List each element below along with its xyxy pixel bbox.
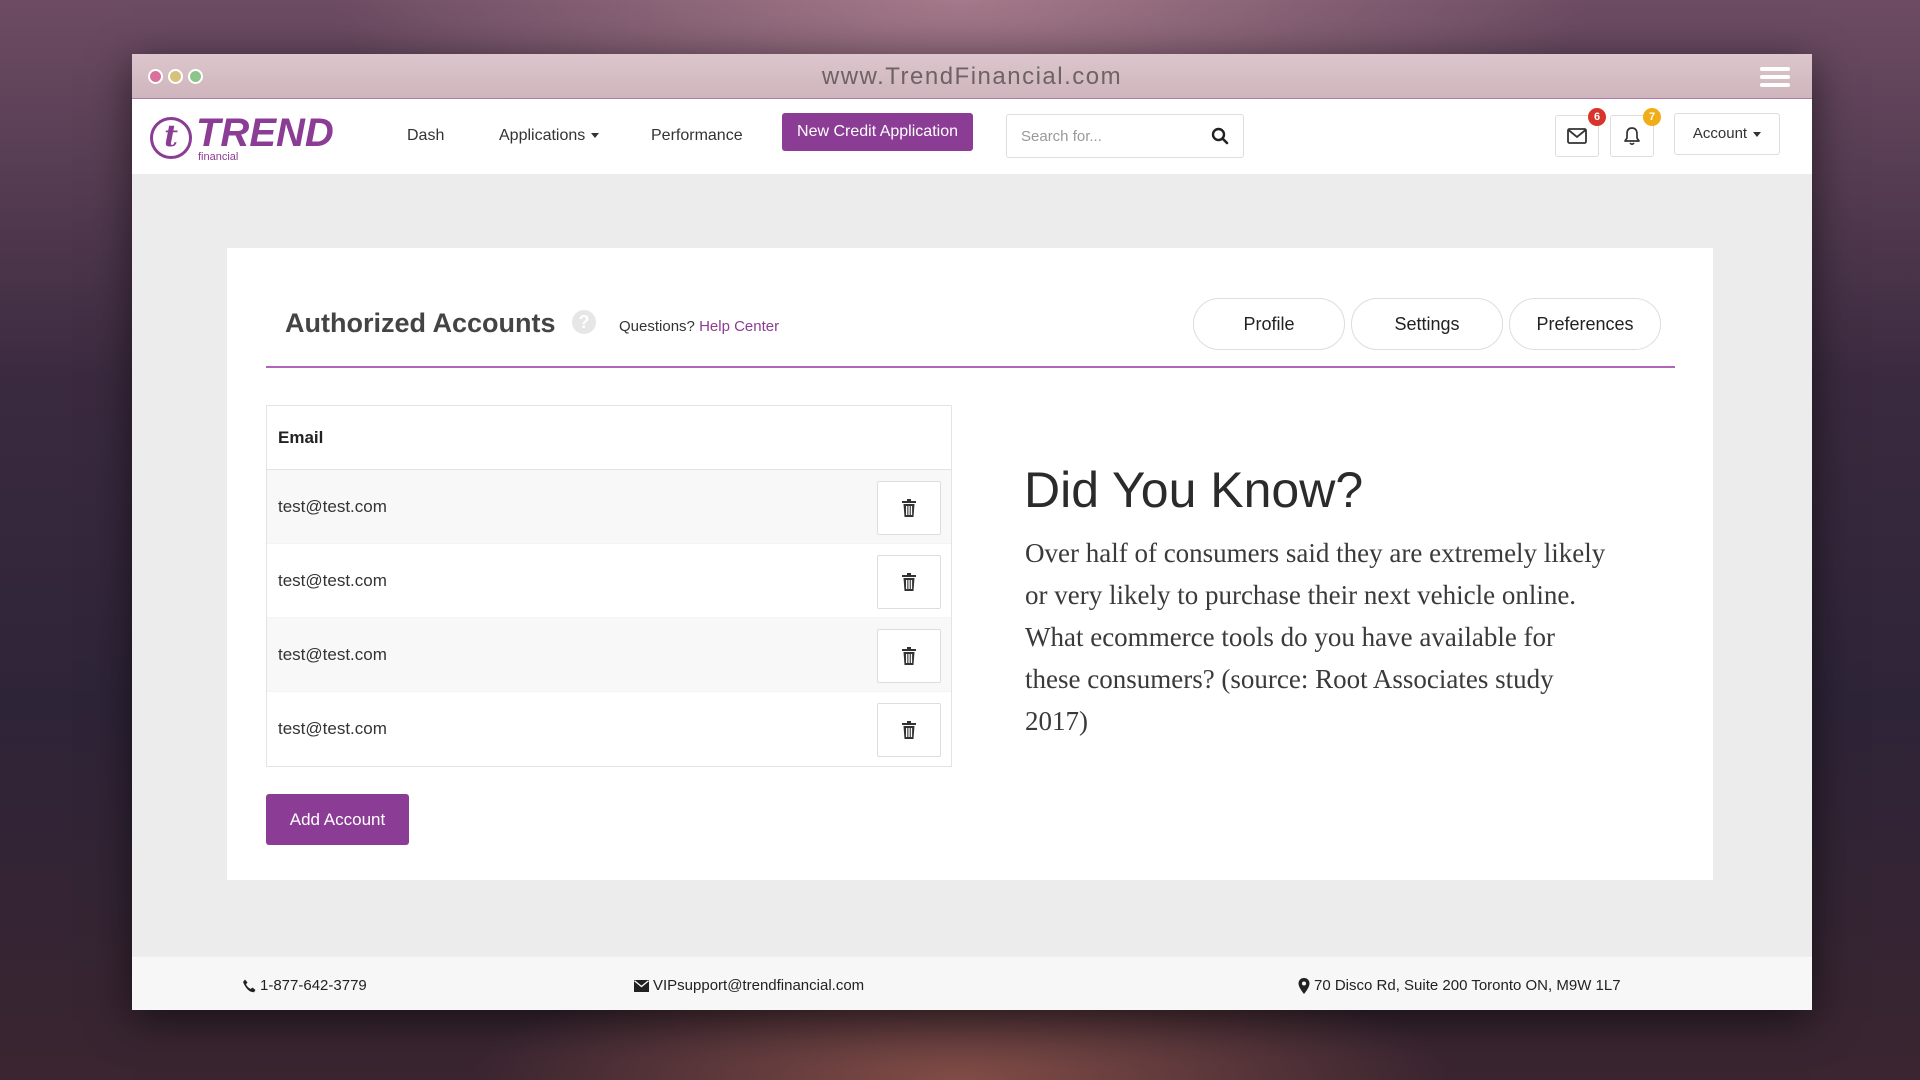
caret-down-icon — [591, 133, 600, 139]
map-pin-icon — [1298, 977, 1310, 994]
email-cell: test@test.com — [278, 497, 387, 516]
logo-subtitle: financial — [198, 151, 239, 163]
account-dropdown[interactable]: Account — [1674, 113, 1780, 155]
trash-icon — [902, 721, 916, 739]
logo-mark: t — [150, 117, 192, 159]
delete-button[interactable] — [877, 629, 941, 683]
footer-email: VIPsupport@trendfinancial.com — [634, 977, 864, 994]
footer-address: 70 Disco Rd, Suite 200 Toronto ON, M9W 1… — [1298, 977, 1621, 994]
delete-button[interactable] — [877, 481, 941, 535]
nav-performance[interactable]: Performance — [651, 127, 743, 145]
nav-dash[interactable]: Dash — [407, 127, 444, 145]
delete-button[interactable] — [877, 555, 941, 609]
footer: 1-877-642-3779 VIPsupport@trendfinancial… — [132, 956, 1812, 1010]
trash-icon — [902, 647, 916, 665]
notifications-button[interactable]: 7 — [1610, 108, 1661, 157]
top-navbar: t TREND financial Dash Applications Perf… — [132, 98, 1812, 174]
browser-window: www.TrendFinancial.com t TREND financial… — [132, 54, 1812, 1010]
question-icon[interactable]: ? — [572, 310, 596, 334]
caret-down-icon — [1753, 131, 1762, 137]
email-cell: test@test.com — [278, 645, 387, 664]
notifications-count-badge: 7 — [1643, 108, 1661, 126]
did-you-know-body: Over half of consumers said they are ext… — [1025, 538, 1606, 736]
table-row: test@test.com — [267, 618, 951, 692]
did-you-know-title: Did You Know? — [1024, 462, 1364, 518]
phone-icon — [243, 979, 256, 992]
table-row: test@test.com — [267, 544, 951, 618]
hamburger-menu-icon[interactable] — [1760, 67, 1790, 87]
support-email[interactable]: VIPsupport@trendfinancial.com — [653, 977, 864, 994]
search-box — [1006, 114, 1244, 158]
nav-applications[interactable]: Applications — [499, 127, 600, 145]
questions-label: Questions? — [619, 318, 695, 335]
bell-icon — [1624, 127, 1640, 146]
email-cell: test@test.com — [278, 571, 387, 590]
search-input[interactable] — [1007, 115, 1207, 157]
tab-settings[interactable]: Settings — [1351, 298, 1503, 350]
logo-wordmark: TREND — [196, 111, 334, 155]
questions-text: Questions? Help Center — [619, 318, 779, 335]
email-cell: test@test.com — [278, 719, 387, 738]
delete-button[interactable] — [877, 703, 941, 757]
footer-phone: 1-877-642-3779 — [242, 977, 367, 994]
email-column-header: Email — [267, 406, 951, 470]
envelope-icon — [634, 979, 649, 992]
page-title: Authorized Accounts — [285, 308, 556, 338]
card-header: Authorized Accounts ? Questions? Help Ce… — [266, 298, 1675, 368]
trash-icon — [902, 573, 916, 591]
mail-button[interactable]: 6 — [1555, 108, 1606, 157]
trend-logo[interactable]: t TREND financial — [150, 111, 350, 165]
mail-count-badge: 6 — [1588, 108, 1606, 126]
tab-preferences[interactable]: Preferences — [1509, 298, 1661, 350]
table-row: test@test.com — [267, 470, 951, 544]
add-account-button[interactable]: Add Account — [266, 794, 409, 845]
title-bar: www.TrendFinancial.com — [132, 54, 1812, 98]
search-icon[interactable] — [1211, 127, 1229, 145]
phone-number[interactable]: 1-877-642-3779 — [260, 977, 367, 994]
accounts-table: Email test@test.com test@test.com test@t… — [266, 405, 952, 767]
office-address: 70 Disco Rd, Suite 200 Toronto ON, M9W 1… — [1314, 977, 1621, 994]
account-label: Account — [1692, 125, 1748, 142]
envelope-icon — [1567, 128, 1587, 144]
help-center-link[interactable]: Help Center — [699, 318, 779, 335]
tab-profile[interactable]: Profile — [1193, 298, 1345, 350]
table-row: test@test.com — [267, 692, 951, 766]
url-text: www.TrendFinancial.com — [821, 63, 1123, 90]
trash-icon — [902, 499, 916, 517]
nav-applications-label: Applications — [499, 127, 586, 144]
authorized-accounts-card: Authorized Accounts ? Questions? Help Ce… — [227, 248, 1713, 880]
new-credit-application-button[interactable]: New Credit Application — [782, 113, 973, 151]
